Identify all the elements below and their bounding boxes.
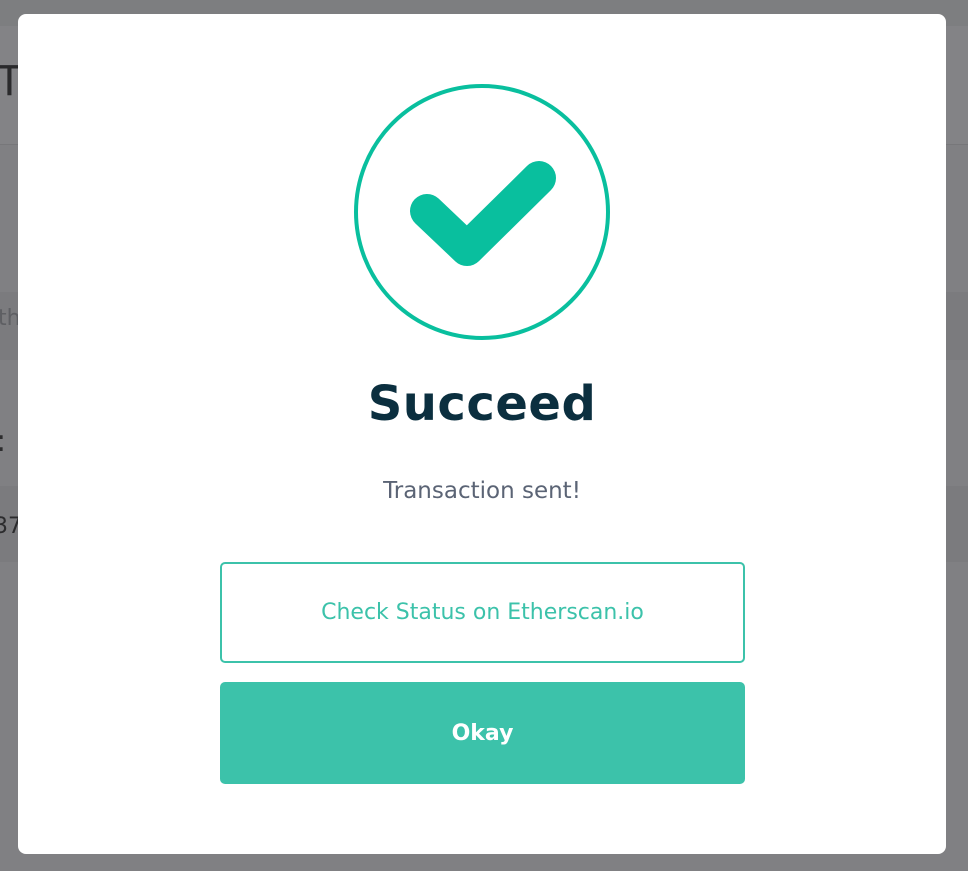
okay-button-label: Okay [451, 720, 514, 746]
okay-button[interactable]: Okay [220, 682, 745, 784]
check-circle-icon [354, 84, 610, 340]
check-status-button[interactable]: Check Status on Etherscan.io [220, 562, 745, 663]
check-status-button-label: Check Status on Etherscan.io [321, 600, 644, 625]
success-dialog: Succeed Transaction sent! Check Status o… [18, 14, 946, 854]
dialog-title: Succeed [367, 376, 597, 432]
dialog-message: Transaction sent! [383, 478, 581, 504]
